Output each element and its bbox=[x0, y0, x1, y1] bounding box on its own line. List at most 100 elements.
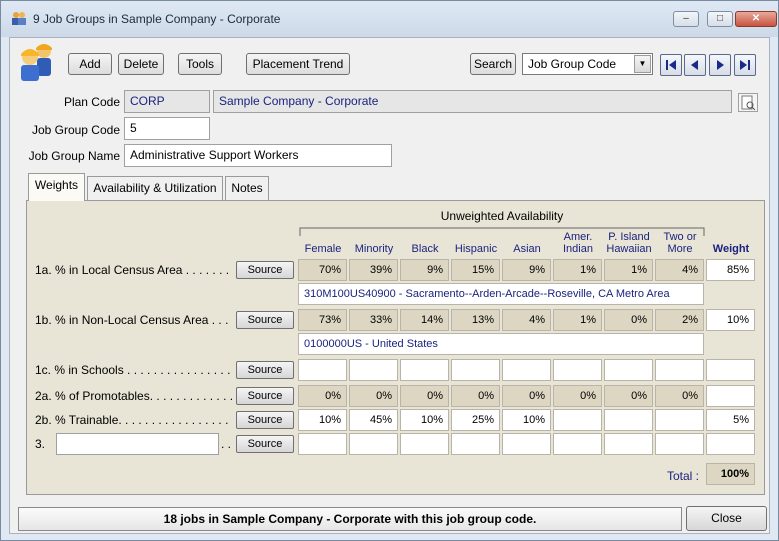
search-button[interactable]: Search bbox=[470, 53, 516, 75]
total-value: 100% bbox=[706, 463, 755, 485]
availability-cell[interactable] bbox=[451, 359, 500, 381]
placement-trend-button[interactable]: Placement Trend bbox=[246, 53, 350, 75]
availability-cell[interactable] bbox=[298, 359, 347, 381]
application-window: 9 Job Groups in Sample Company - Corpora… bbox=[0, 0, 779, 541]
availability-cell[interactable] bbox=[349, 433, 398, 455]
tab-notes[interactable]: Notes bbox=[225, 176, 269, 200]
job-group-name-input[interactable]: Administrative Support Workers bbox=[124, 144, 392, 167]
total-label: Total : bbox=[667, 469, 700, 483]
row-label: 2a. % of Promotables. . . . . . . . . . … bbox=[35, 389, 234, 403]
availability-cell: 4% bbox=[655, 259, 704, 281]
availability-cell[interactable] bbox=[451, 433, 500, 455]
source-button[interactable]: Source bbox=[236, 387, 294, 405]
availability-cell: 0% bbox=[604, 385, 653, 407]
previous-record-button[interactable] bbox=[684, 54, 706, 76]
availability-cell[interactable] bbox=[553, 433, 602, 455]
availability-cell[interactable] bbox=[553, 359, 602, 381]
tab-availability-utilization[interactable]: Availability & Utilization bbox=[87, 176, 223, 200]
availability-cell: 1% bbox=[604, 259, 653, 281]
availability-cell: 14% bbox=[400, 309, 449, 331]
client-area: Add Delete Tools Placement Trend Search … bbox=[9, 37, 770, 534]
availability-cell: 15% bbox=[451, 259, 500, 281]
availability-cell: 0% bbox=[502, 385, 551, 407]
window-title: 9 Job Groups in Sample Company - Corpora… bbox=[33, 12, 281, 26]
last-record-button[interactable] bbox=[734, 54, 756, 76]
availability-cell[interactable] bbox=[400, 433, 449, 455]
next-icon bbox=[717, 60, 724, 70]
weight-cell[interactable] bbox=[706, 359, 755, 381]
weight-cell[interactable]: 5% bbox=[706, 409, 755, 431]
availability-cell[interactable] bbox=[349, 359, 398, 381]
availability-cell: 39% bbox=[349, 259, 398, 281]
availability-cell[interactable] bbox=[655, 359, 704, 381]
availability-cell: 13% bbox=[451, 309, 500, 331]
column-header: Hispanic bbox=[454, 243, 498, 255]
availability-cell: 0% bbox=[655, 385, 704, 407]
column-header: Minority bbox=[354, 243, 394, 255]
document-search-icon bbox=[741, 95, 756, 111]
row-label: 3. bbox=[35, 437, 46, 451]
availability-cell[interactable] bbox=[502, 433, 551, 455]
availability-cell[interactable] bbox=[655, 409, 704, 431]
last-icon bbox=[740, 60, 750, 70]
row-label: 2b. % Trainable. . . . . . . . . . . . .… bbox=[35, 413, 229, 427]
chevron-down-icon[interactable]: ▼ bbox=[634, 55, 651, 73]
availability-cell: 0% bbox=[349, 385, 398, 407]
weight-cell[interactable]: 10% bbox=[706, 309, 755, 331]
availability-cell[interactable] bbox=[502, 359, 551, 381]
census-area-info: 0100000US - United States bbox=[298, 333, 704, 355]
availability-cell[interactable]: 45% bbox=[349, 409, 398, 431]
job-group-code-label: Job Group Code bbox=[31, 123, 120, 137]
availability-cell[interactable]: 25% bbox=[451, 409, 500, 431]
delete-button[interactable]: Delete bbox=[118, 53, 164, 75]
availability-cell: 70% bbox=[298, 259, 347, 281]
row-label: 1c. % in Schools . . . . . . . . . . . .… bbox=[35, 363, 231, 377]
weight-cell[interactable] bbox=[706, 433, 755, 455]
availability-cell: 9% bbox=[502, 259, 551, 281]
search-field-select[interactable]: Job Group Code ▼ bbox=[522, 53, 653, 75]
source-button[interactable]: Source bbox=[236, 411, 294, 429]
column-header: Asian bbox=[513, 243, 541, 255]
availability-cell[interactable] bbox=[604, 359, 653, 381]
next-record-button[interactable] bbox=[709, 54, 731, 76]
dot-leader: . . bbox=[221, 437, 232, 451]
availability-cell: 1% bbox=[553, 259, 602, 281]
source-button[interactable]: Source bbox=[236, 435, 294, 453]
column-header: Black bbox=[411, 243, 439, 255]
column-header: Female bbox=[304, 243, 342, 255]
availability-cell[interactable] bbox=[655, 433, 704, 455]
workers-logo-icon bbox=[21, 44, 52, 81]
weight-cell[interactable] bbox=[706, 385, 755, 407]
availability-cell: 33% bbox=[349, 309, 398, 331]
custom-factor-input[interactable] bbox=[56, 433, 219, 455]
availability-cell[interactable] bbox=[298, 433, 347, 455]
job-group-code-input[interactable]: 5 bbox=[124, 117, 210, 140]
availability-cell: 0% bbox=[400, 385, 449, 407]
maximize-button[interactable]: □ bbox=[707, 11, 733, 27]
availability-cell: 4% bbox=[502, 309, 551, 331]
close-button[interactable]: Close bbox=[686, 506, 767, 531]
weight-cell[interactable]: 85% bbox=[706, 259, 755, 281]
availability-cell[interactable]: 10% bbox=[400, 409, 449, 431]
weights-panel: Unweighted Availability Female Minority Bl… bbox=[26, 200, 765, 495]
source-button[interactable]: Source bbox=[236, 311, 294, 329]
minimize-button[interactable]: – bbox=[673, 11, 699, 27]
close-window-button[interactable]: ✕ bbox=[735, 11, 777, 27]
first-icon bbox=[666, 60, 676, 70]
first-record-button[interactable] bbox=[660, 54, 682, 76]
tools-button[interactable]: Tools bbox=[178, 53, 222, 75]
availability-cell[interactable]: 10% bbox=[298, 409, 347, 431]
source-button[interactable]: Source bbox=[236, 261, 294, 279]
add-button[interactable]: Add bbox=[68, 53, 112, 75]
plan-lookup-button[interactable] bbox=[738, 93, 758, 112]
availability-cell[interactable]: 10% bbox=[502, 409, 551, 431]
availability-cell[interactable] bbox=[604, 409, 653, 431]
job-group-name-label: Job Group Name bbox=[28, 149, 120, 163]
search-field-value: Job Group Code bbox=[528, 57, 617, 71]
availability-cell[interactable] bbox=[604, 433, 653, 455]
tab-weights[interactable]: Weights bbox=[28, 173, 85, 201]
availability-cell[interactable] bbox=[553, 409, 602, 431]
source-button[interactable]: Source bbox=[236, 361, 294, 379]
unweighted-availability-title: Unweighted Availability bbox=[440, 209, 564, 223]
availability-cell[interactable] bbox=[400, 359, 449, 381]
